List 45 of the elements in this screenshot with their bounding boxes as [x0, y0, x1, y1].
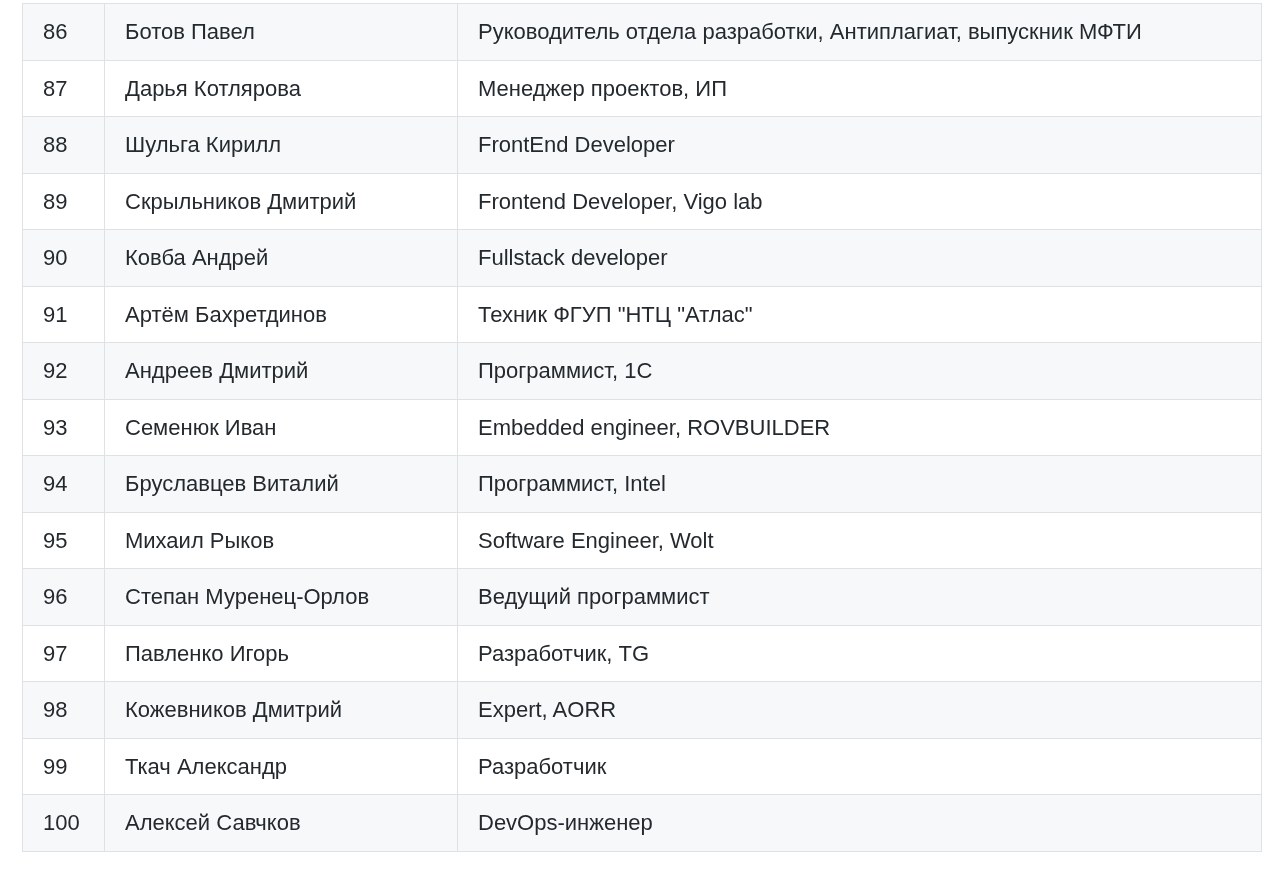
- table-cell: DevOps-инженер: [457, 794, 1262, 851]
- table-cell: 93: [22, 399, 105, 456]
- table-cell: FrontEnd Developer: [457, 116, 1262, 173]
- table-cell: 99: [22, 738, 105, 795]
- table-cell: Дарья Котлярова: [104, 60, 458, 117]
- table-cell: Frontend Developer, Vigo lab: [457, 173, 1262, 230]
- table-cell: Шульга Кирилл: [104, 116, 458, 173]
- table-cell: 86: [22, 3, 105, 60]
- table-cell: 90: [22, 229, 105, 286]
- table-cell: Ведущий программист: [457, 568, 1262, 625]
- table-cell: Семенюк Иван: [104, 399, 458, 456]
- table-cell: 89: [22, 173, 105, 230]
- table-cell: Software Engineer, Wolt: [457, 512, 1262, 569]
- table-cell: Программист, Intel: [457, 455, 1262, 512]
- table-cell: 100: [22, 794, 105, 851]
- table-cell: Кожевников Дмитрий: [104, 681, 458, 738]
- table-cell: 96: [22, 568, 105, 625]
- table-cell: Степан Муренец-Орлов: [104, 568, 458, 625]
- table-cell: Ткач Александр: [104, 738, 458, 795]
- table-cell: 91: [22, 286, 105, 343]
- table-cell: Алексей Савчков: [104, 794, 458, 851]
- table-cell: Fullstack developer: [457, 229, 1262, 286]
- table-cell: 88: [22, 116, 105, 173]
- table-cell: 92: [22, 342, 105, 399]
- table-cell: 87: [22, 60, 105, 117]
- table-cell: Разработчик, TG: [457, 625, 1262, 682]
- table-cell: 98: [22, 681, 105, 738]
- table-cell: 95: [22, 512, 105, 569]
- table-cell: Артём Бахретдинов: [104, 286, 458, 343]
- table-cell: Бруславцев Виталий: [104, 455, 458, 512]
- table-cell: Руководитель отдела разработки, Антиплагиат, выпускник МФТИ: [457, 3, 1262, 60]
- table-cell: Техник ФГУП "НТЦ "Атлас": [457, 286, 1262, 343]
- table-cell: Андреев Дмитрий: [104, 342, 458, 399]
- table-cell: Михаил Рыков: [104, 512, 458, 569]
- table-cell: Embedded engineer, ROVBUILDER: [457, 399, 1262, 456]
- table-cell: Скрыльников Дмитрий: [104, 173, 458, 230]
- table-cell: Павленко Игорь: [104, 625, 458, 682]
- table-cell: 94: [22, 455, 105, 512]
- table-cell: Ботов Павел: [104, 3, 458, 60]
- table-cell: Ковба Андрей: [104, 229, 458, 286]
- table-cell: Менеджер проектов, ИП: [457, 60, 1262, 117]
- table-cell: Expert, AORR: [457, 681, 1262, 738]
- table-cell: 97: [22, 625, 105, 682]
- table-cell: Разработчик: [457, 738, 1262, 795]
- table-cell: Программист, 1С: [457, 342, 1262, 399]
